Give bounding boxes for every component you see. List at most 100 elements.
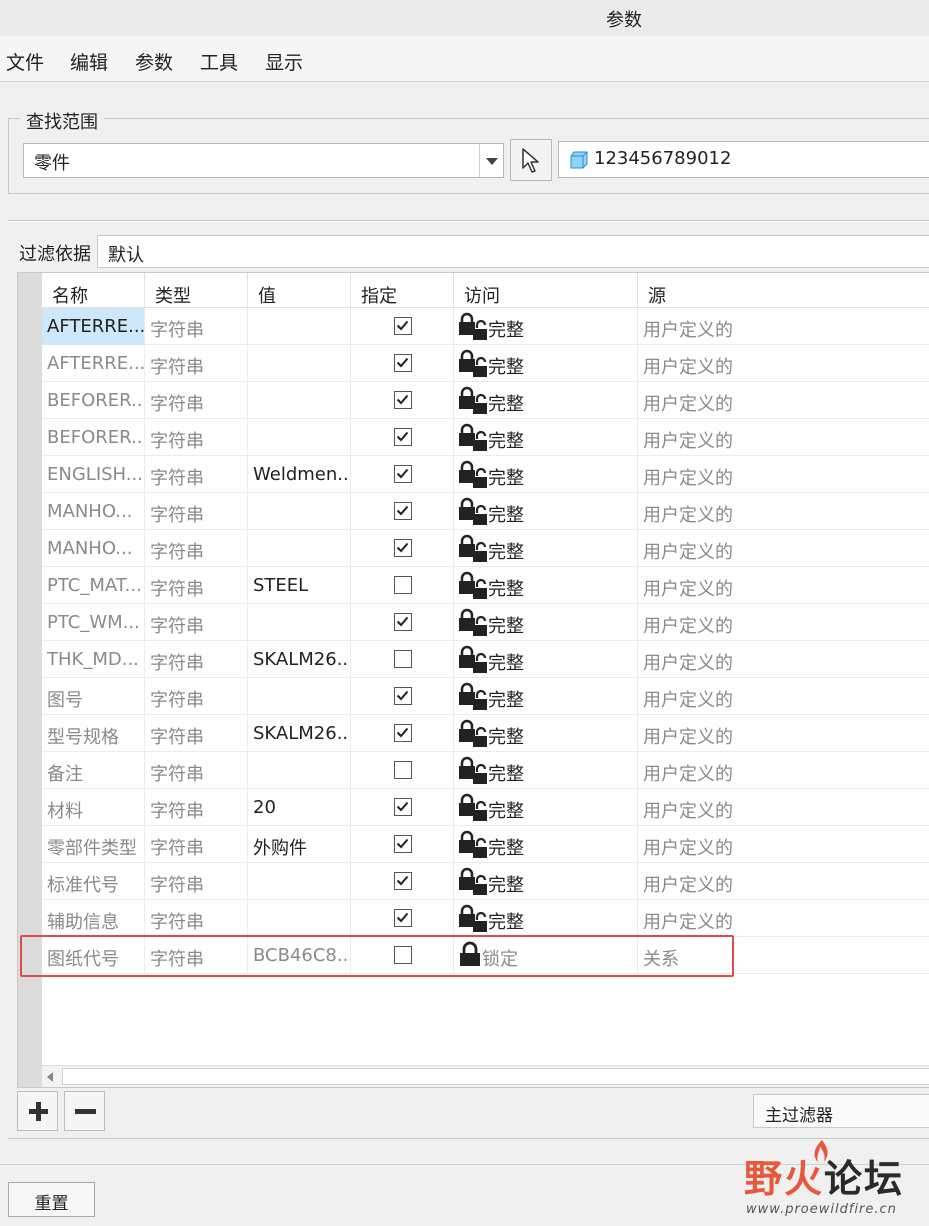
cell-type[interactable]: 字符串 [145, 789, 248, 826]
cell-value[interactable] [248, 678, 351, 715]
column-header-name[interactable]: 名称 [42, 273, 145, 308]
cell-name[interactable]: MANHO... [42, 493, 145, 530]
cell-access[interactable]: 完整 [454, 345, 638, 382]
cell-name[interactable]: THK_MD... [42, 641, 145, 678]
cell-access[interactable]: 完整 [454, 789, 638, 826]
cell-access[interactable]: 完整 [454, 826, 638, 863]
cell-name[interactable]: 备注 [42, 752, 145, 789]
cell-access[interactable]: 完整 [454, 493, 638, 530]
cell-value[interactable] [248, 493, 351, 530]
cell-source[interactable]: 用户定义的 [638, 863, 929, 900]
designated-checkbox[interactable] [394, 502, 412, 520]
cell-source[interactable]: 用户定义的 [638, 530, 929, 567]
cell-name[interactable]: 标准代号 [42, 863, 145, 900]
designated-checkbox[interactable] [394, 872, 412, 890]
cell-type[interactable]: 字符串 [145, 382, 248, 419]
designated-checkbox[interactable] [394, 613, 412, 631]
scope-type-dropdown[interactable]: 零件 [23, 143, 504, 178]
table-row[interactable]: 零部件类型 字符串 外购件 完整 用户定义的 [42, 826, 929, 863]
cell-name[interactable]: MANHO... [42, 530, 145, 567]
table-row[interactable]: 备注 字符串 完整 用户定义的 [42, 752, 929, 789]
horizontal-scrollbar[interactable] [42, 1065, 929, 1087]
designated-checkbox[interactable] [394, 317, 412, 335]
menu-parameters[interactable]: 参数 [135, 48, 173, 75]
designated-checkbox[interactable] [394, 798, 412, 816]
cell-type[interactable]: 字符串 [145, 530, 248, 567]
cell-type[interactable]: 字符串 [145, 863, 248, 900]
cell-source[interactable]: 用户定义的 [638, 493, 929, 530]
cell-access[interactable]: 完整 [454, 863, 638, 900]
table-row[interactable]: 辅助信息 字符串 完整 用户定义的 [42, 900, 929, 937]
cell-value[interactable]: STEEL [248, 567, 351, 604]
scrollbar-thumb[interactable] [62, 1068, 929, 1085]
cell-source[interactable]: 用户定义的 [638, 678, 929, 715]
cell-value[interactable] [248, 345, 351, 382]
table-row[interactable]: BEFORER... 字符串 完整 用户定义的 [42, 382, 929, 419]
filter-field[interactable]: 默认 [97, 235, 929, 268]
cell-value[interactable] [248, 308, 351, 345]
column-header-source[interactable]: 源 [638, 273, 929, 308]
dropdown-arrow-button[interactable] [479, 144, 503, 177]
cell-name[interactable]: BEFORER... [42, 382, 145, 419]
designated-checkbox[interactable] [394, 724, 412, 742]
cell-access[interactable]: 完整 [454, 567, 638, 604]
cell-type[interactable]: 字符串 [145, 826, 248, 863]
column-header-access[interactable]: 访问 [454, 273, 638, 308]
cell-source[interactable]: 用户定义的 [638, 419, 929, 456]
cell-value[interactable] [248, 900, 351, 937]
designated-checkbox[interactable] [394, 465, 412, 483]
cell-value[interactable]: 20 [248, 789, 351, 826]
cell-name[interactable]: ENGLISH... [42, 456, 145, 493]
cell-access[interactable]: 完整 [454, 678, 638, 715]
cell-name[interactable]: 图号 [42, 678, 145, 715]
designated-checkbox[interactable] [394, 576, 412, 594]
cell-source[interactable]: 用户定义的 [638, 826, 929, 863]
designated-checkbox[interactable] [394, 909, 412, 927]
table-row[interactable]: BEFORER... 字符串 完整 用户定义的 [42, 419, 929, 456]
cell-source[interactable]: 用户定义的 [638, 900, 929, 937]
cell-access[interactable]: 完整 [454, 900, 638, 937]
model-field[interactable]: 123456789012 [558, 141, 929, 178]
table-row[interactable]: 标准代号 字符串 完整 用户定义的 [42, 863, 929, 900]
cell-name[interactable]: 材料 [42, 789, 145, 826]
table-row[interactable]: MANHO... 字符串 完整 用户定义的 [42, 493, 929, 530]
cell-name[interactable]: PTC_WM... [42, 604, 145, 641]
cell-value[interactable]: Weldmen... [248, 456, 351, 493]
cell-name[interactable]: AFTERRE... [42, 345, 145, 382]
cell-source[interactable]: 用户定义的 [638, 345, 929, 382]
designated-checkbox[interactable] [394, 650, 412, 668]
column-header-value[interactable]: 值 [248, 273, 351, 308]
cell-source[interactable]: 用户定义的 [638, 308, 929, 345]
cell-access[interactable]: 完整 [454, 715, 638, 752]
cell-name[interactable]: 零部件类型 [42, 826, 145, 863]
designated-checkbox[interactable] [394, 539, 412, 557]
cell-type[interactable]: 字符串 [145, 752, 248, 789]
add-parameter-button[interactable] [17, 1091, 58, 1131]
cell-type[interactable]: 字符串 [145, 493, 248, 530]
cell-type[interactable]: 字符串 [145, 641, 248, 678]
cell-name[interactable]: 辅助信息 [42, 900, 145, 937]
cell-type[interactable]: 字符串 [145, 456, 248, 493]
cell-type[interactable]: 字符串 [145, 900, 248, 937]
cell-type[interactable]: 字符串 [145, 308, 248, 345]
table-row[interactable]: THK_MD... 字符串 SKALM26... 完整 用户定义的 [42, 641, 929, 678]
cell-value[interactable]: SKALM26... [248, 641, 351, 678]
cell-name[interactable]: 型号规格 [42, 715, 145, 752]
cell-type[interactable]: 字符串 [145, 345, 248, 382]
cell-access[interactable]: 完整 [454, 641, 638, 678]
table-row[interactable]: 材料 字符串 20 完整 用户定义的 [42, 789, 929, 826]
cell-type[interactable]: 字符串 [145, 604, 248, 641]
cell-value[interactable] [248, 419, 351, 456]
cell-value[interactable] [248, 604, 351, 641]
cell-name[interactable]: AFTERRE... [42, 308, 145, 345]
table-row[interactable]: AFTERRE... 字符串 完整 用户定义的 [42, 345, 929, 382]
designated-checkbox[interactable] [394, 835, 412, 853]
scroll-left-icon[interactable] [47, 1072, 53, 1082]
cell-value[interactable] [248, 382, 351, 419]
cell-access[interactable]: 完整 [454, 456, 638, 493]
cell-name[interactable]: BEFORER... [42, 419, 145, 456]
column-header-designated[interactable]: 指定 [351, 273, 454, 308]
menu-file[interactable]: 文件 [6, 48, 44, 75]
cell-type[interactable]: 字符串 [145, 678, 248, 715]
reset-button[interactable]: 重置 [8, 1182, 95, 1217]
